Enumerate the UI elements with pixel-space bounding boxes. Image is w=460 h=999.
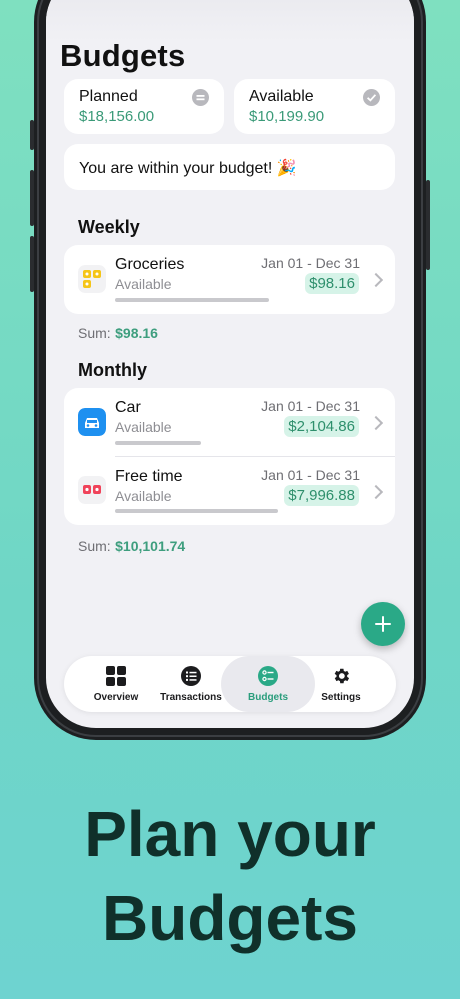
budget-progress-bar: [115, 298, 269, 302]
promo-headline-line2: Budgets: [102, 882, 358, 954]
budget-sub: Available: [115, 276, 172, 292]
status-bar-area: [46, 0, 414, 42]
chevron-right-icon: [368, 272, 384, 288]
budget-row-groceries[interactable]: Groceries Available Jan 01 - Dec 31 $98.…: [64, 245, 395, 314]
sum-value: $10,101.74: [115, 538, 186, 554]
budget-amount: $98.16: [305, 273, 359, 294]
checkmark-circle-icon: [363, 89, 380, 106]
tab-settings[interactable]: Settings: [296, 656, 386, 712]
budget-amount: $2,104.86: [284, 416, 359, 437]
chevron-right-icon: [368, 415, 384, 431]
budget-date-range: Jan 01 - Dec 31: [261, 255, 360, 271]
budget-sub: Available: [115, 488, 172, 504]
available-label: Available: [249, 88, 314, 105]
equals-circle-icon: [192, 89, 209, 106]
budget-name: Car: [115, 399, 141, 416]
sum-weekly: Sum: $98.16: [78, 325, 158, 343]
gear-icon: [334, 668, 350, 684]
page-title: Budgets: [60, 38, 186, 73]
free-time-icon: [78, 476, 106, 504]
volume-down-button: [30, 236, 34, 292]
sum-label: Sum:: [78, 538, 111, 554]
power-button: [426, 180, 430, 270]
available-card[interactable]: Available $10,199.90: [234, 79, 395, 134]
planned-card[interactable]: Planned $18,156.00: [64, 79, 224, 134]
budget-progress-bar: [115, 509, 278, 513]
budget-status-card: You are within your budget! 🎉: [64, 144, 395, 190]
budget-row-car[interactable]: Car Available Jan 01 - Dec 31 $2,104.86: [64, 388, 395, 456]
sum-value: $98.16: [115, 325, 158, 341]
tab-label: Settings: [321, 692, 361, 703]
chevron-right-icon: [368, 484, 384, 500]
budget-name: Groceries: [115, 256, 185, 273]
grid-icon: [106, 666, 126, 686]
promo-headline-line1: Plan your: [84, 798, 376, 870]
section-heading-monthly: Monthly: [78, 360, 147, 380]
planned-label: Planned: [79, 88, 138, 105]
volume-up-button: [30, 170, 34, 226]
budget-date-range: Jan 01 - Dec 31: [261, 398, 360, 414]
monthly-budgets-card: Car Available Jan 01 - Dec 31 $2,104.86 …: [64, 388, 395, 525]
section-heading-weekly: Weekly: [78, 217, 140, 237]
budget-name: Free time: [115, 468, 183, 485]
sum-monthly: Sum: $10,101.74: [78, 538, 185, 556]
budget-sub: Available: [115, 419, 172, 435]
groceries-icon: [78, 265, 106, 293]
budget-row-free-time[interactable]: Free time Available Jan 01 - Dec 31 $7,9…: [64, 457, 395, 525]
app-screen: Budgets Planned $18,156.00 Available $10…: [46, 0, 414, 728]
available-value: $10,199.90: [249, 108, 325, 125]
sum-label: Sum:: [78, 325, 111, 341]
budget-progress-bar: [115, 441, 201, 445]
side-button: [30, 120, 34, 150]
list-icon: [181, 666, 201, 686]
tab-bar: Overview Transactions Budgets Settings: [64, 656, 396, 712]
car-icon: [78, 408, 106, 436]
budget-status-message: You are within your budget! 🎉: [79, 160, 297, 177]
planned-value: $18,156.00: [79, 108, 155, 125]
budget-amount: $7,996.88: [284, 485, 359, 506]
budgets-icon: [258, 666, 278, 686]
budget-date-range: Jan 01 - Dec 31: [261, 467, 360, 483]
add-budget-button[interactable]: [361, 602, 405, 646]
